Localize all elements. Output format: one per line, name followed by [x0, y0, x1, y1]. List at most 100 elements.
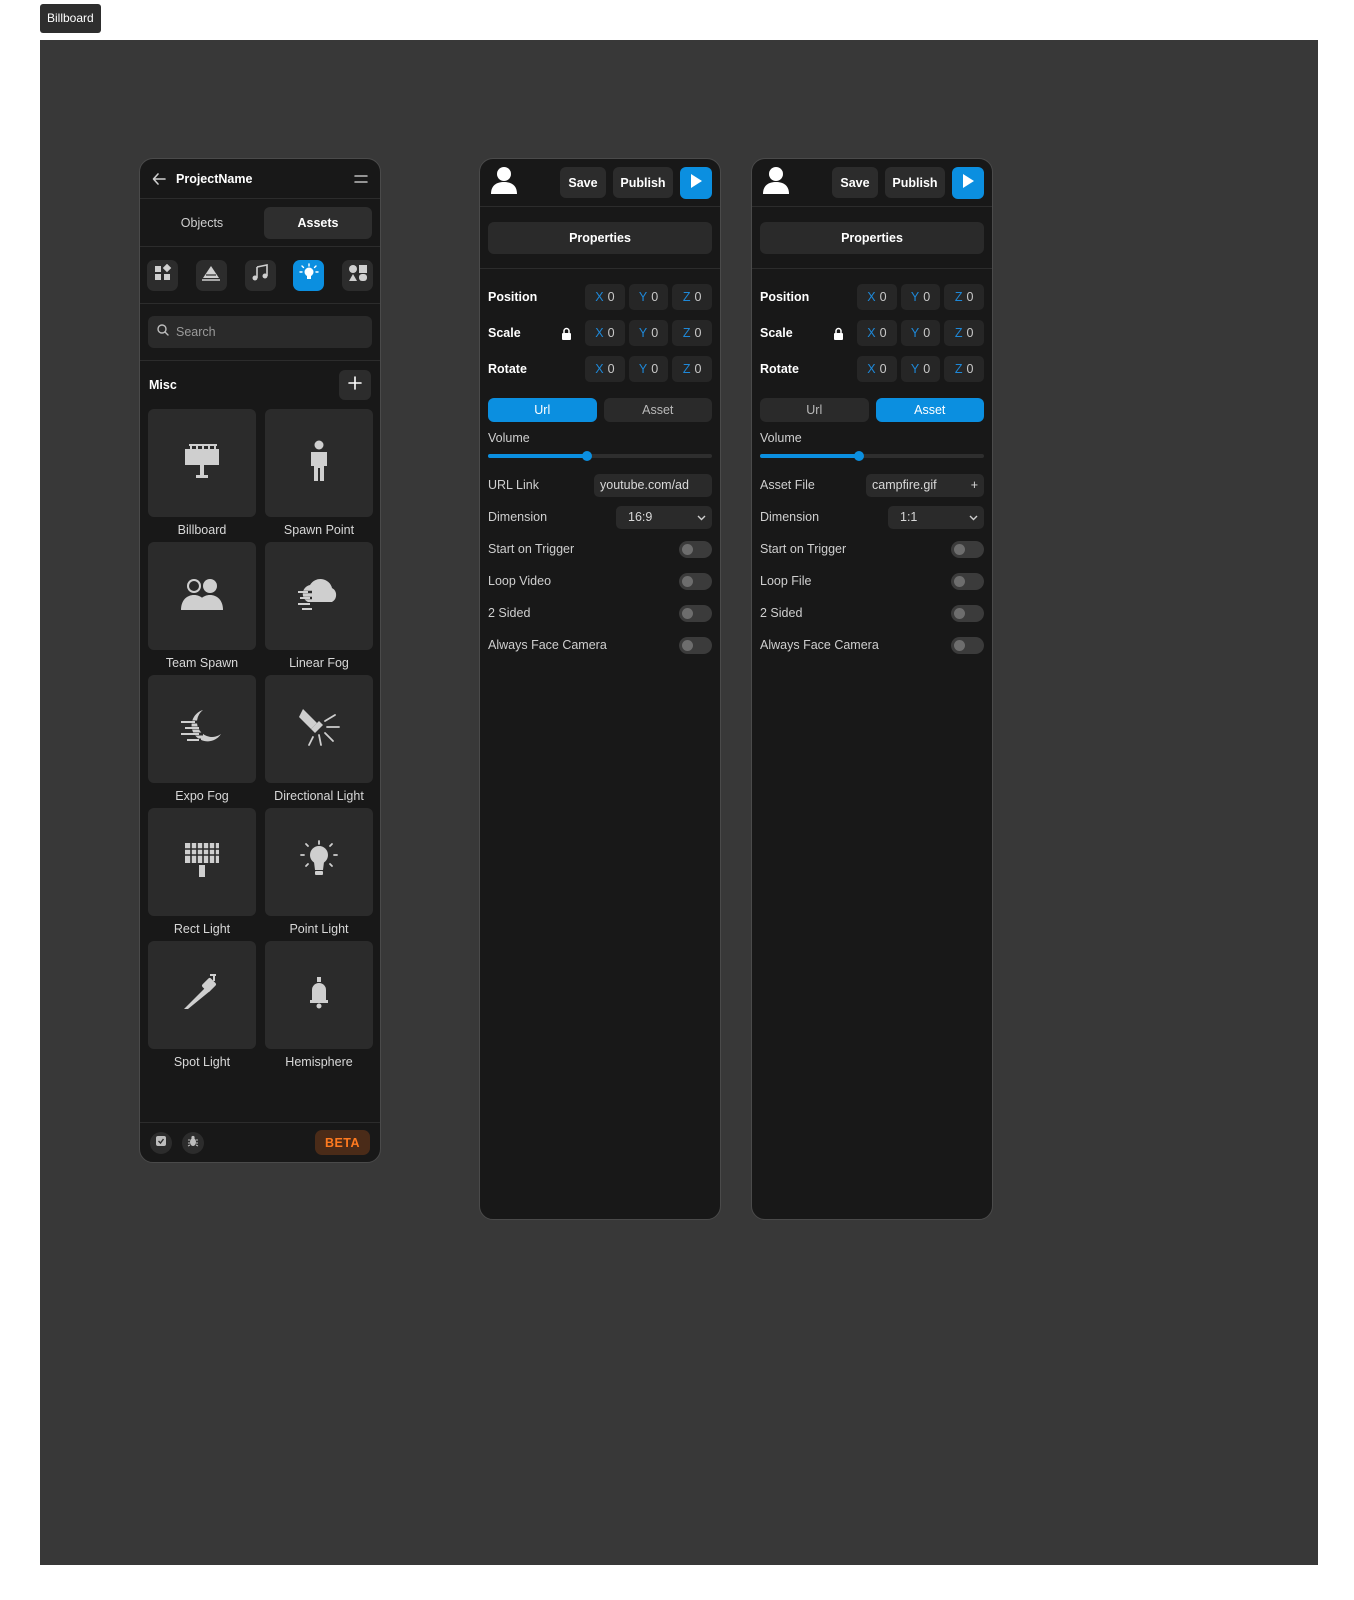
beta-badge: BETA — [315, 1130, 370, 1155]
rotate-z-input[interactable]: Z0 — [944, 356, 984, 382]
cloud-fog-icon — [296, 576, 342, 617]
publish-button[interactable]: Publish — [613, 167, 673, 198]
checklist-button[interactable] — [150, 1131, 172, 1154]
asset-expo-fog[interactable]: Expo Fog — [148, 675, 256, 808]
rotate-x-input[interactable]: X0 — [585, 356, 625, 382]
dimension-select[interactable]: 16:9 — [616, 505, 712, 529]
loop-file-label: Loop File — [760, 574, 812, 588]
source-asset-tab[interactable]: Asset — [875, 398, 984, 422]
play-icon — [689, 173, 703, 192]
scale-z-input[interactable]: Z0 — [944, 320, 984, 346]
scale-y-input[interactable]: Y0 — [628, 320, 669, 346]
toggle-row: Loop File — [760, 565, 984, 597]
two-sided-label: 2 Sided — [488, 606, 531, 620]
moon-fog-icon — [179, 708, 225, 751]
source-url-tab[interactable]: Url — [760, 398, 869, 422]
dimension-value: 1:1 — [900, 510, 918, 524]
asset-rect-light[interactable]: Rect Light — [148, 808, 256, 941]
properties-title: Properties — [760, 221, 984, 254]
position-z-input[interactable]: Z0 — [944, 284, 984, 310]
scale-y-input[interactable]: Y0 — [900, 320, 941, 346]
position-y-input[interactable]: Y0 — [900, 284, 941, 310]
asset-team-spawn[interactable]: Team Spawn — [148, 542, 256, 675]
asset-name: Team Spawn — [165, 656, 239, 670]
loop-file-toggle[interactable] — [951, 572, 984, 590]
asset-thumb — [265, 409, 373, 517]
category-shapes[interactable] — [147, 259, 178, 291]
always-face-camera-toggle[interactable] — [679, 636, 712, 654]
asset-hemisphere[interactable]: Hemisphere — [265, 941, 373, 1074]
loop-video-toggle[interactable] — [679, 572, 712, 590]
save-button[interactable]: Save — [560, 167, 606, 198]
volume-slider[interactable] — [760, 451, 984, 461]
menu-icon[interactable] — [352, 170, 370, 188]
asset-directional-light[interactable]: Directional Light — [265, 675, 373, 808]
rotate-row: Rotate X0 Y0 Z0 — [488, 351, 712, 387]
billboard-icon — [183, 443, 221, 484]
category-terrain[interactable] — [195, 259, 227, 291]
dimension-row: Dimension 16:9 — [488, 501, 712, 533]
lock-icon[interactable] — [551, 327, 581, 340]
search-input[interactable] — [176, 325, 346, 339]
toggle-row: 2 Sided — [760, 597, 984, 629]
back-arrow-icon[interactable] — [150, 170, 168, 188]
slider-handle[interactable] — [853, 451, 864, 461]
search-field[interactable] — [148, 316, 372, 348]
category-lights[interactable] — [293, 259, 325, 291]
asset-point-light[interactable]: Point Light — [265, 808, 373, 941]
scale-z-input[interactable]: Z0 — [672, 320, 712, 346]
position-y-input[interactable]: Y0 — [628, 284, 669, 310]
person-icon — [307, 440, 331, 487]
asset-spawn-point[interactable]: Spawn Point — [265, 409, 373, 542]
scale-label: Scale — [760, 326, 793, 340]
checklist-icon — [155, 1134, 167, 1152]
asset-file-input[interactable]: campfire.gif + — [866, 473, 984, 497]
asset-name: Directional Light — [274, 789, 364, 803]
source-url-tab[interactable]: Url — [488, 398, 597, 422]
play-button[interactable] — [952, 166, 984, 199]
source-asset-tab[interactable]: Asset — [603, 398, 712, 422]
asset-thumb — [148, 808, 256, 916]
category-audio[interactable] — [244, 259, 276, 291]
position-z-input[interactable]: Z0 — [672, 284, 712, 310]
dimension-value: 16:9 — [628, 510, 653, 524]
two-sided-toggle[interactable] — [951, 604, 984, 622]
tab-assets[interactable]: Assets — [264, 206, 372, 239]
play-icon — [961, 173, 975, 192]
scale-x-input[interactable]: X0 — [585, 320, 625, 346]
asset-grid: Billboard Spawn Point Team Spawn Linear … — [140, 409, 380, 1074]
avatar[interactable] — [760, 167, 792, 199]
url-link-input[interactable]: youtube.com/ad — [594, 473, 712, 497]
always-face-camera-toggle[interactable] — [951, 636, 984, 654]
asset-spot-light[interactable]: Spot Light — [148, 941, 256, 1074]
category-primitives[interactable] — [342, 259, 373, 291]
start-on-trigger-toggle[interactable] — [951, 540, 984, 558]
rotate-y-input[interactable]: Y0 — [900, 356, 941, 382]
volume-slider[interactable] — [488, 451, 712, 461]
add-button[interactable] — [339, 370, 371, 400]
start-on-trigger-toggle[interactable] — [679, 540, 712, 558]
two-sided-toggle[interactable] — [679, 604, 712, 622]
publish-button[interactable]: Publish — [885, 167, 945, 198]
rotate-x-input[interactable]: X0 — [857, 356, 897, 382]
scale-row: Scale X0 Y0 Z0 — [488, 315, 712, 351]
slider-handle[interactable] — [581, 451, 592, 461]
bug-report-button[interactable] — [182, 1131, 204, 1154]
asset-billboard[interactable]: Billboard — [148, 409, 256, 542]
rotate-z-input[interactable]: Z0 — [672, 356, 712, 382]
tab-objects[interactable]: Objects — [148, 207, 256, 239]
asset-name: Spawn Point — [283, 523, 355, 537]
lock-icon[interactable] — [823, 327, 853, 340]
scale-x-input[interactable]: X0 — [857, 320, 897, 346]
dimension-select[interactable]: 1:1 — [888, 505, 984, 529]
asset-thumb — [148, 542, 256, 650]
asset-linear-fog[interactable]: Linear Fog — [265, 542, 373, 675]
rotate-y-input[interactable]: Y0 — [628, 356, 669, 382]
save-button[interactable]: Save — [832, 167, 878, 198]
position-x-input[interactable]: X0 — [857, 284, 897, 310]
add-file-icon[interactable]: + — [971, 478, 978, 492]
play-button[interactable] — [680, 166, 712, 199]
toggle-row: Always Face Camera — [760, 629, 984, 661]
position-x-input[interactable]: X0 — [585, 284, 625, 310]
avatar[interactable] — [488, 167, 520, 199]
